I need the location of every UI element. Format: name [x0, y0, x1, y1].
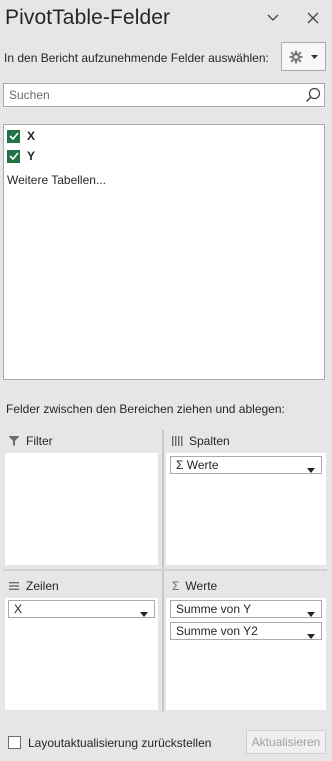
rows-icon — [8, 580, 20, 592]
field-checkbox-y[interactable] — [7, 149, 20, 163]
columns-icon — [171, 435, 183, 447]
close-icon[interactable] — [303, 8, 323, 28]
choose-fields-label: In den Bericht aufzunehmende Felder ausw… — [4, 51, 269, 65]
defer-layout-checkbox[interactable] — [8, 736, 21, 749]
chevron-down-icon[interactable] — [307, 462, 315, 476]
columns-item-label: Σ Werte — [176, 458, 219, 472]
values-drop-zone[interactable]: Summe von Y Summe von Y2 — [166, 598, 326, 710]
chevron-down-icon[interactable] — [140, 606, 148, 620]
chevron-down-icon[interactable] — [307, 628, 315, 642]
values-item-sum-y2[interactable]: Summe von Y2 — [170, 622, 322, 640]
search-icon[interactable] — [305, 87, 321, 103]
rows-item-x[interactable]: X — [8, 600, 155, 618]
values-area-title: Werte — [185, 579, 218, 593]
rows-drop-zone[interactable]: X — [5, 598, 158, 710]
area-splitter-horizontal[interactable] — [3, 569, 327, 571]
columns-area-header: Spalten — [171, 434, 230, 448]
more-tables-link[interactable]: Weitere Tabellen... — [7, 173, 106, 187]
search-box — [3, 83, 325, 107]
values-item-label: Summe von Y2 — [176, 624, 258, 638]
field-item-y[interactable]: Y — [7, 148, 35, 164]
rows-area-header: Zeilen — [8, 579, 59, 593]
values-area-header: Σ Werte — [172, 579, 217, 593]
values-item-label: Summe von Y — [176, 602, 252, 616]
columns-item-values[interactable]: Σ Werte — [170, 456, 322, 474]
defer-layout-label[interactable]: Layoutaktualisierung zurückstellen — [28, 736, 211, 750]
area-splitter-vertical[interactable] — [162, 430, 164, 712]
rows-item-label: X — [14, 602, 23, 616]
search-input[interactable] — [9, 87, 299, 103]
update-button[interactable]: Aktualisieren — [246, 730, 326, 754]
chevron-down-icon[interactable] — [307, 606, 315, 620]
field-list: X Y Weitere Tabellen... — [3, 124, 325, 380]
values-item-sum-y[interactable]: Summe von Y — [170, 600, 322, 618]
filter-area-title: Filter — [26, 434, 53, 448]
columns-drop-zone[interactable]: Σ Werte — [166, 453, 326, 565]
rows-area-title: Zeilen — [26, 579, 59, 593]
filter-drop-zone[interactable] — [5, 453, 158, 565]
drag-hint: Felder zwischen den Bereichen ziehen und… — [6, 402, 285, 416]
field-label: X — [27, 129, 36, 143]
field-checkbox-x[interactable] — [7, 129, 20, 143]
field-label: Y — [27, 149, 36, 163]
panel-title: PivotTable-Felder — [5, 6, 171, 29]
field-item-x[interactable]: X — [7, 128, 35, 144]
columns-area-title: Spalten — [189, 434, 230, 448]
filter-icon — [8, 435, 20, 447]
filter-area-header: Filter — [8, 434, 53, 448]
chevron-down-icon — [311, 54, 318, 59]
sigma-icon: Σ — [172, 579, 180, 593]
gear-icon — [289, 50, 303, 64]
panel-options-chevron-icon[interactable] — [263, 8, 283, 28]
tools-gear-button[interactable] — [281, 42, 326, 71]
